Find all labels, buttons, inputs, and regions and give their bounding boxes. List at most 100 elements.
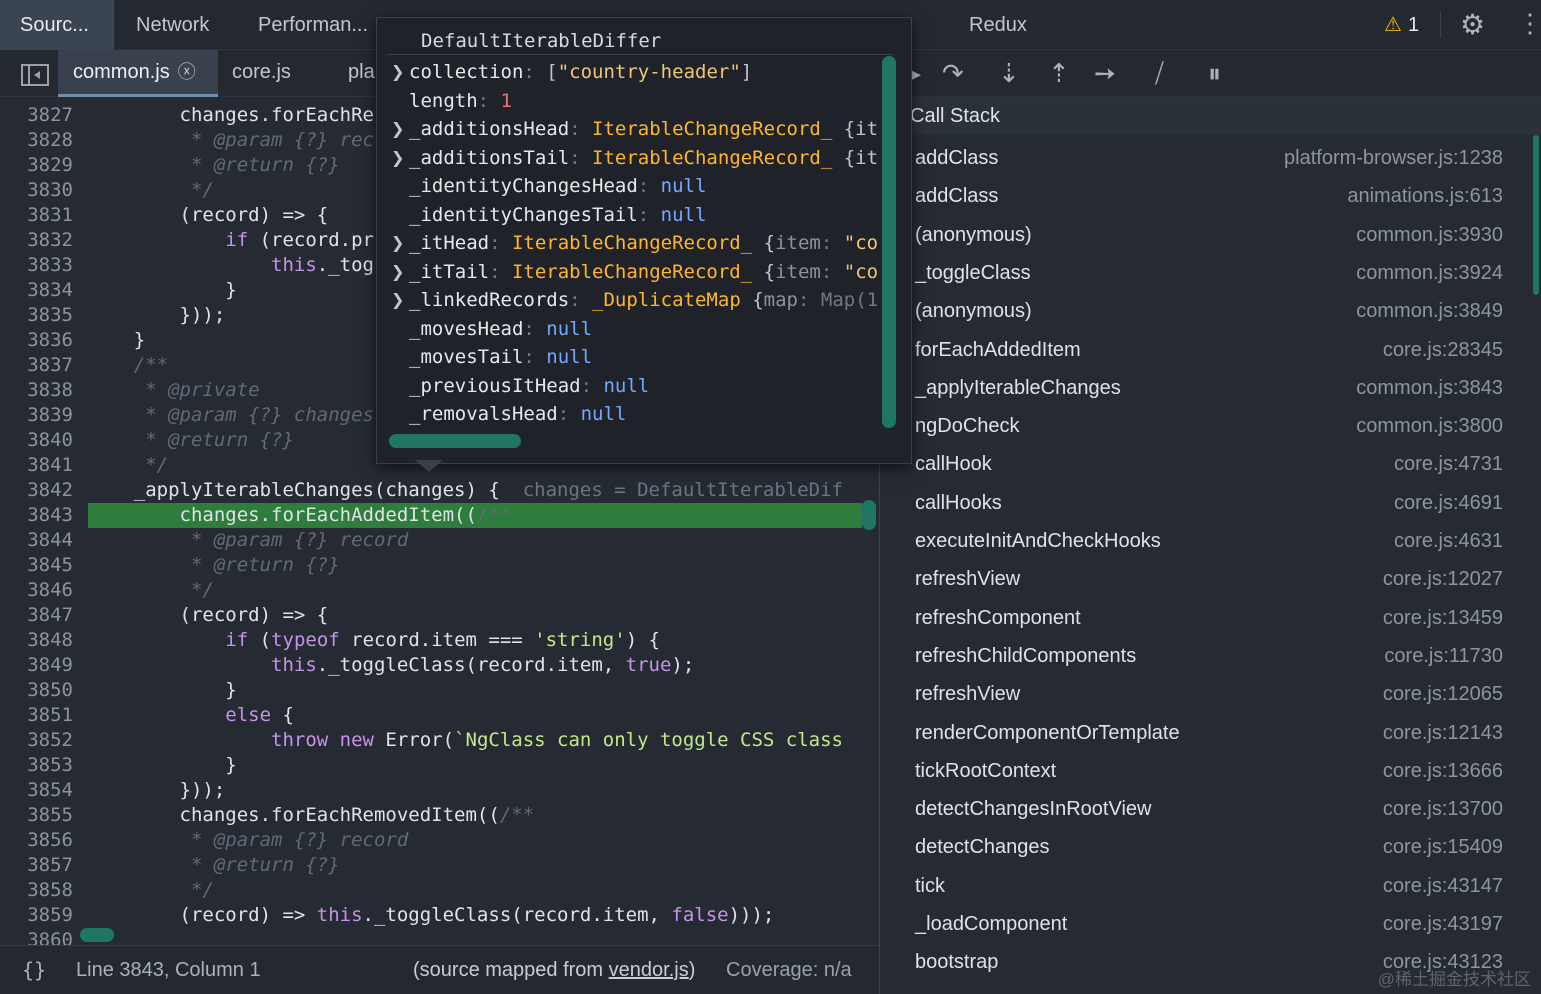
line-number[interactable]: 3859 [0,903,73,928]
expand-arrow-icon[interactable]: ❯ [391,258,404,286]
call-frame-location[interactable]: core.js:15409 [1383,828,1503,866]
call-frame-location[interactable]: core.js:43147 [1383,867,1503,905]
toggle-navigator-icon[interactable] [21,64,49,86]
property-row[interactable]: ❯ _linkedRecords: _DuplicateMap {map: Map… [377,286,887,314]
tab-network[interactable]: Network [136,0,209,50]
property-row[interactable]: ❯ collection: ["country-header"] [377,58,887,86]
line-number[interactable]: 3835 [0,303,73,328]
call-frame[interactable]: _loadComponent core.js:43197 [880,905,1541,943]
property-row[interactable]: _movesHead: null [377,315,887,343]
line-number[interactable]: 3850 [0,678,73,703]
call-frame[interactable]: detectChanges core.js:15409 [880,828,1541,866]
pause-on-exceptions-icon[interactable]: ⏸ [1208,58,1221,90]
line-number[interactable]: 3844 [0,528,73,553]
call-frame[interactable]: renderComponentOrTemplate core.js:12143 [880,714,1541,752]
call-stack-title[interactable]: Call Stack [880,97,1541,135]
call-stack-scrollbar[interactable] [1533,135,1539,295]
step-icon[interactable]: ➙ [1094,58,1116,89]
file-tab-core[interactable]: core.js [232,50,291,97]
code-line[interactable]: 3853 } [0,753,880,778]
line-number[interactable]: 3853 [0,753,73,778]
call-frame-location[interactable]: core.js:4731 [1394,445,1503,483]
call-frame-location[interactable]: core.js:13459 [1383,599,1503,637]
call-frame-location[interactable]: common.js:3930 [1356,216,1503,254]
property-row[interactable]: ❯ _additionsHead: IterableChangeRecord_ {… [377,115,887,143]
call-frame[interactable]: refreshView core.js:12027 [880,560,1541,598]
property-row[interactable]: length: 1 [377,87,887,115]
property-row[interactable]: _previousItHead: null [377,372,887,400]
call-frame[interactable]: callHook core.js:4731 [880,445,1541,483]
tab-redux[interactable]: Redux [969,0,1027,50]
call-frame-location[interactable]: platform-browser.js:1238 [1284,139,1503,177]
line-number[interactable]: 3851 [0,703,73,728]
line-number[interactable]: 3830 [0,178,73,203]
line-number[interactable]: 3827 [0,103,73,128]
call-frame-location[interactable]: core.js:4691 [1394,484,1503,522]
code-line[interactable]: 3849 this._toggleClass(record.item, true… [0,653,880,678]
call-frame-location[interactable]: core.js:12027 [1383,560,1503,598]
property-row[interactable]: _identityChangesHead: null [377,172,887,200]
popover-horizontal-scrollbar[interactable] [389,434,521,448]
line-number[interactable]: 3849 [0,653,73,678]
code-line[interactable]: 3843 changes.forEachAddedItem((/** [0,503,880,528]
step-out-icon[interactable]: ⇡ [1048,58,1070,89]
line-number[interactable]: 3839 [0,403,73,428]
expand-arrow-icon[interactable]: ❯ [391,115,404,143]
code-line[interactable]: 3857 * @return {?} [0,853,880,878]
popover-vertical-scrollbar[interactable] [882,56,896,428]
code-line[interactable]: 3847 (record) => { [0,603,880,628]
line-number[interactable]: 3845 [0,553,73,578]
line-number[interactable]: 3846 [0,578,73,603]
code-line[interactable]: 3856 * @param {?} record [0,828,880,853]
line-number[interactable]: 3831 [0,203,73,228]
call-frame-location[interactable]: core.js:12143 [1383,714,1503,752]
line-number[interactable]: 3857 [0,853,73,878]
expand-arrow-icon[interactable]: ❯ [391,286,404,314]
code-line[interactable]: 3854 })); [0,778,880,803]
expand-arrow-icon[interactable]: ❯ [391,58,404,86]
tab-performance[interactable]: Performan... [258,0,368,50]
property-row[interactable]: _movesTail: null [377,343,887,371]
code-line[interactable]: 3851 else { [0,703,880,728]
call-frame[interactable]: (anonymous) common.js:3930 [880,216,1541,254]
property-row[interactable]: _removalsHead: null [377,400,887,428]
call-frame[interactable]: (anonymous) common.js:3849 [880,292,1541,330]
pretty-print-icon[interactable]: {} [22,958,46,982]
property-row[interactable]: ❯ _itHead: IterableChangeRecord_ {item: "… [377,229,887,257]
code-line[interactable]: 3859 (record) => this._toggleClass(recor… [0,903,880,928]
expand-arrow-icon[interactable]: ❯ [391,229,404,257]
call-frame[interactable]: executeInitAndCheckHooks core.js:4631 [880,522,1541,560]
source-map-link[interactable]: vendor.js [609,959,689,981]
call-frame-location[interactable]: animations.js:613 [1347,177,1503,215]
call-frame-location[interactable]: core.js:13700 [1383,790,1503,828]
call-frame-location[interactable]: core.js:28345 [1383,331,1503,369]
line-number[interactable]: 3829 [0,153,73,178]
line-number[interactable]: 3832 [0,228,73,253]
code-line[interactable]: 3860 [0,928,880,945]
file-tab-pla[interactable]: pla [348,50,375,97]
step-into-icon[interactable]: ⇣ [998,58,1020,89]
call-frame[interactable]: refreshChildComponents core.js:11730 [880,637,1541,675]
line-number[interactable]: 3847 [0,603,73,628]
call-frame-location[interactable]: core.js:4631 [1394,522,1503,560]
call-frame[interactable]: _applyIterableChanges common.js:3843 [880,369,1541,407]
call-frame-location[interactable]: common.js:3924 [1356,254,1503,292]
call-frame[interactable]: refreshComponent core.js:13459 [880,599,1541,637]
code-line[interactable]: 3845 * @return {?} [0,553,880,578]
call-frame-location[interactable]: core.js:12065 [1383,675,1503,713]
line-number[interactable]: 3838 [0,378,73,403]
warnings-counter[interactable]: ⚠ 1 [1384,12,1419,37]
expand-arrow-icon[interactable]: ❯ [391,144,404,172]
line-number[interactable]: 3858 [0,878,73,903]
line-number[interactable]: 3834 [0,278,73,303]
line-number[interactable]: 3837 [0,353,73,378]
more-options-icon[interactable]: ⋮ [1517,8,1541,39]
call-frame[interactable]: callHooks core.js:4691 [880,484,1541,522]
property-row[interactable]: ❯ _itTail: IterableChangeRecord_ {item: "… [377,258,887,286]
line-number[interactable]: 3828 [0,128,73,153]
call-frame-location[interactable]: common.js:3843 [1356,369,1503,407]
call-frame-location[interactable]: core.js:11730 [1384,637,1503,675]
line-number[interactable]: 3842 [0,478,73,503]
code-line[interactable]: 3848 if (typeof record.item === 'string'… [0,628,880,653]
tab-sources[interactable]: Sourc... [0,0,114,50]
